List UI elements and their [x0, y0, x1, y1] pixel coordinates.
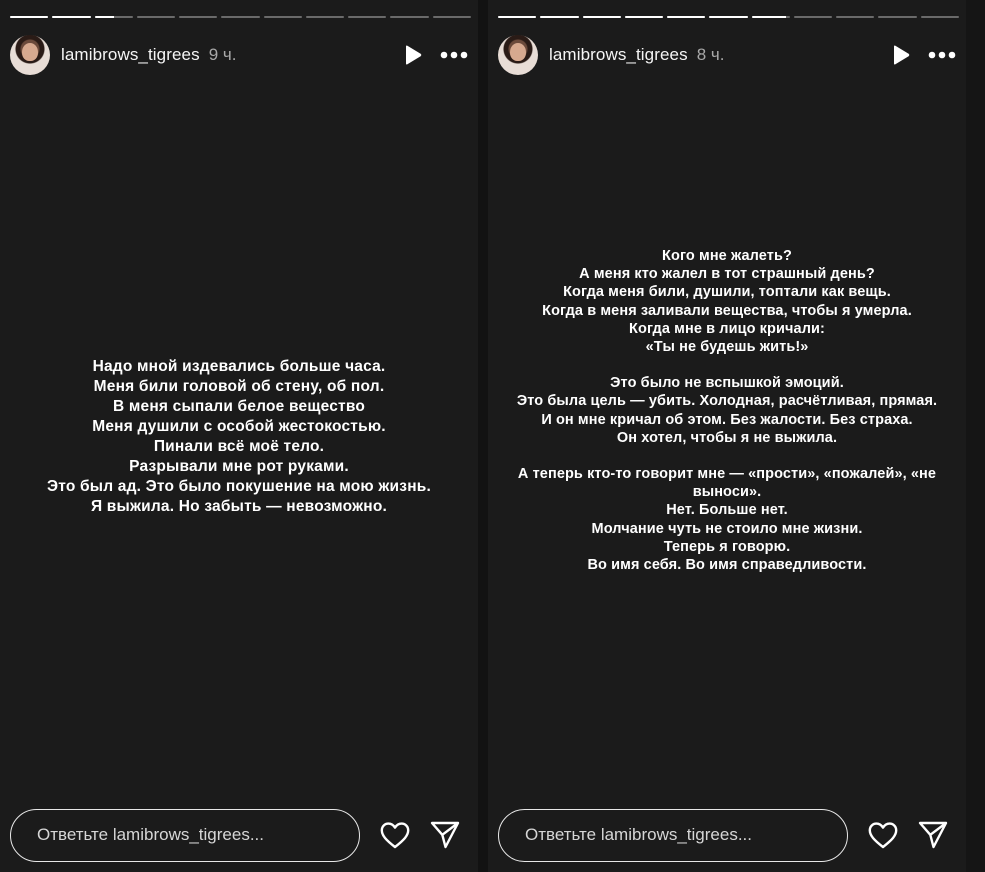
progress-segment [540, 16, 579, 18]
story-text-line: Надо мной издевались больше часа. [92, 358, 386, 375]
story-header: lamibrows_tigrees 8 ч. [498, 34, 956, 76]
progress-segment [432, 16, 471, 18]
story-text-line: А меня кто жалел в тот страшный день? [579, 266, 875, 283]
story-text-line: «Ты не будешь жить!» [645, 339, 809, 356]
avatar[interactable] [498, 35, 538, 75]
play-icon[interactable] [892, 45, 910, 65]
post-time: 8 ч. [696, 45, 725, 64]
paragraph-break [488, 356, 966, 374]
progress-segment [94, 16, 133, 18]
story-text: Кого мне жалеть? А меня кто жалел в тот с… [488, 247, 966, 574]
viewer-gap [478, 0, 488, 872]
progress-segment [221, 16, 260, 18]
avatar[interactable] [10, 35, 50, 75]
username[interactable]: lamibrows_tigrees [549, 45, 688, 65]
progress-segment [179, 16, 218, 18]
story-text-line: А теперь кто-то говорит мне — «прости», … [517, 466, 937, 483]
paragraph-break [488, 447, 966, 465]
story-text-line: Кого мне жалеть? [662, 248, 792, 264]
story-text-line: Нет. Больше нет. [666, 502, 788, 519]
story-text-line: Когда в меня заливали вещества, чтобы я … [542, 302, 912, 319]
send-icon[interactable] [430, 821, 460, 849]
story-text: Надо мной издевались больше часа. Меня би… [0, 357, 478, 517]
progress-segment [624, 16, 664, 18]
heart-icon[interactable] [380, 821, 410, 849]
progress-segment [836, 16, 875, 18]
progress-segment [390, 16, 429, 18]
progress-segment [136, 16, 176, 18]
story-progress-bar [10, 16, 471, 19]
story-text-line: выноси». [692, 484, 762, 501]
more-options-icon[interactable] [440, 51, 468, 59]
story-panel[interactable]: lamibrows_tigrees 9 ч. Надо мной издевал… [0, 0, 478, 872]
story-text-line: Это была цель — убить. Холодная, расчётл… [516, 393, 938, 410]
story-panel[interactable]: lamibrows_tigrees 8 ч. Кого мне жалеть? А… [488, 0, 966, 872]
story-text-line: Когда мне в лицо кричали: [629, 320, 825, 337]
reply-field[interactable] [10, 808, 360, 862]
story-text-line: Это было не вспышкой эмоций. [610, 375, 844, 392]
story-progress-bar [498, 16, 959, 19]
story-text-line: Молчание чуть не стоило мне жизни. [591, 520, 863, 537]
progress-segment [263, 16, 302, 18]
story-footer [10, 807, 468, 863]
progress-segment [305, 16, 345, 18]
progress-segment [878, 16, 917, 18]
progress-segment [52, 16, 91, 18]
story-header: lamibrows_tigrees 9 ч. [10, 34, 468, 76]
story-text-line: Когда меня били, душили, топтали как вещ… [563, 284, 891, 301]
more-options-icon[interactable] [928, 51, 956, 59]
progress-segment [920, 16, 959, 18]
send-icon[interactable] [918, 821, 948, 849]
story-footer [498, 807, 956, 863]
story-text-line: Меня били головой об стену, об пол. [93, 378, 385, 395]
username[interactable]: lamibrows_tigrees [61, 45, 200, 65]
progress-segment [709, 16, 748, 18]
viewer-edge [966, 0, 985, 872]
reply-field[interactable] [498, 808, 848, 862]
progress-segment [348, 16, 387, 18]
progress-segment [667, 16, 706, 18]
progress-segment [498, 16, 537, 18]
reply-input[interactable] [37, 825, 359, 845]
reply-input[interactable] [525, 825, 847, 845]
story-text-line: Во имя себя. Во имя справедливости. [587, 557, 867, 574]
story-text-line: Меня душили с особой жестокостью. [92, 418, 386, 435]
story-text-line: Разрывали мне рот руками. [129, 458, 349, 475]
story-text-line: Теперь я говорю. [663, 538, 791, 555]
story-text-line: Это был ад. Это было покушение на мою жи… [47, 478, 431, 495]
progress-segment [793, 16, 833, 18]
progress-segment [751, 16, 790, 18]
progress-segment [582, 16, 621, 18]
story-text-line: И он мне кричал об этом. Без жалости. Бе… [541, 411, 913, 428]
story-text-line: Пинали всё моё тело. [153, 438, 325, 455]
story-text-line: В меня сыпали белое вещество [112, 398, 366, 415]
heart-icon[interactable] [868, 821, 898, 849]
story-text-line: Он хотел, чтобы я не выжила. [616, 429, 838, 446]
post-time: 9 ч. [208, 45, 237, 64]
play-icon[interactable] [404, 45, 422, 65]
progress-segment [10, 16, 49, 18]
story-text-line: Я выжила. Но забыть — невозможно. [90, 498, 388, 515]
